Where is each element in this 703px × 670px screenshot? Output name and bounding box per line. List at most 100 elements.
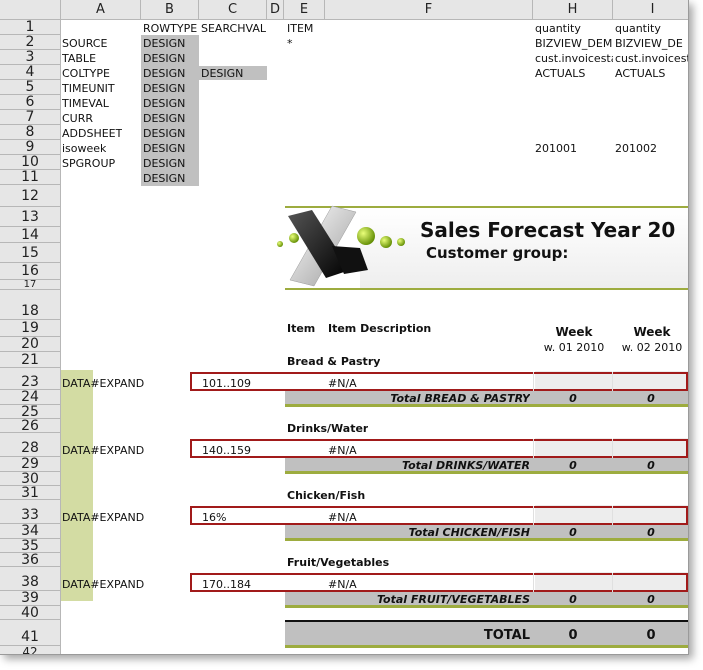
row-header-33[interactable]: 33 (0, 500, 61, 524)
coltype-searchval[interactable]: DESIGN (201, 67, 243, 80)
week-1-label[interactable]: w. 01 2010 (535, 341, 613, 354)
column-header-a[interactable]: A (61, 0, 141, 20)
column-header-c[interactable]: C (199, 0, 267, 20)
label-spgroup[interactable]: SPGROUP (62, 157, 115, 170)
row-header-6[interactable]: 6 (0, 95, 61, 110)
row-header-25[interactable]: 25 (0, 405, 61, 419)
row-header-28[interactable]: 28 (0, 433, 61, 457)
row-header-42[interactable]: 42 (0, 646, 61, 654)
row-header-39[interactable]: 39 (0, 591, 61, 606)
row-header-9[interactable]: 9 (0, 140, 61, 155)
row-header-26[interactable]: 26 (0, 419, 61, 433)
row-header-3[interactable]: 3 (0, 50, 61, 65)
item-header[interactable]: ITEM (287, 22, 313, 35)
item-range[interactable]: 101..109 (202, 377, 251, 390)
label-addsheet[interactable]: ADDSHEET (62, 127, 122, 140)
column-header-b[interactable]: B (141, 0, 199, 20)
total-value[interactable]: 0 (535, 526, 611, 539)
row-header-30[interactable]: 30 (0, 472, 61, 486)
item-range[interactable]: 170..184 (202, 578, 251, 591)
label-timeval[interactable]: TIMEVAL (62, 97, 109, 110)
row-header-5[interactable]: 5 (0, 80, 61, 95)
design-cell[interactable]: DESIGN (143, 112, 185, 125)
item-description[interactable]: #N/A (328, 444, 357, 457)
row-header-13[interactable]: 13 (0, 207, 61, 227)
i-coltype[interactable]: ACTUALS (615, 67, 688, 80)
design-cell[interactable]: DESIGN (143, 37, 185, 50)
row-header-2[interactable]: 2 (0, 35, 61, 50)
item-description-label[interactable]: Item Description (328, 322, 431, 335)
row-header-18[interactable]: 18 (0, 290, 61, 320)
week-2-label[interactable]: w. 02 2010 (613, 341, 688, 354)
design-cell[interactable]: DESIGN (143, 67, 185, 80)
column-header-d[interactable]: D (267, 0, 284, 20)
total-value[interactable]: 0 (535, 459, 611, 472)
searchval-header[interactable]: SEARCHVAL (201, 22, 266, 35)
design-cell[interactable]: DESIGN (143, 172, 185, 185)
row-header-21[interactable]: 21 (0, 352, 61, 368)
row-header-8[interactable]: 8 (0, 125, 61, 140)
h-source[interactable]: BIZVIEW_DEM (535, 37, 613, 50)
total-value[interactable]: 0 (535, 392, 611, 405)
grand-total-value[interactable]: 0 (613, 628, 688, 643)
item-description[interactable]: #N/A (328, 511, 357, 524)
row-header-15[interactable]: 15 (0, 243, 61, 263)
label-isoweek[interactable]: isoweek (62, 142, 106, 155)
row-type-cell[interactable]: DATA#EXPAND (62, 511, 144, 524)
row-type-cell[interactable]: DATA#EXPAND (62, 578, 144, 591)
i-source[interactable]: BIZVIEW_DE (615, 37, 688, 50)
rowtype-header[interactable]: ROWTYPE (143, 22, 197, 35)
label-table[interactable]: TABLE (62, 52, 96, 65)
i-table[interactable]: cust.invoicesta (615, 52, 688, 65)
h-coltype[interactable]: ACTUALS (535, 67, 613, 80)
row-header-7[interactable]: 7 (0, 110, 61, 125)
row-header-12[interactable]: 12 (0, 185, 61, 207)
item-column-label[interactable]: Item (287, 322, 315, 335)
week-label-i[interactable]: Week (613, 325, 688, 339)
row-header-31[interactable]: 31 (0, 486, 61, 500)
week-label-h[interactable]: Week (535, 325, 613, 339)
total-label[interactable]: Total BREAD & PASTRY (290, 392, 530, 405)
row-header-36[interactable]: 36 (0, 553, 61, 567)
row-type-cell[interactable]: DATA#EXPAND (62, 444, 144, 457)
group-name[interactable]: Fruit/Vegetables (287, 556, 389, 569)
spreadsheet[interactable]: A B C D E F H I 1 2 3 4 5 6 7 8 9 10 11 … (0, 0, 689, 655)
row-header-20[interactable]: 20 (0, 337, 61, 352)
row-header-34[interactable]: 34 (0, 524, 61, 539)
row-header-4[interactable]: 4 (0, 65, 61, 80)
design-cell[interactable]: DESIGN (143, 127, 185, 140)
label-timeunit[interactable]: TIMEUNIT (62, 82, 115, 95)
column-header-i[interactable]: I (613, 0, 688, 20)
grand-total-label[interactable]: TOTAL (290, 628, 530, 643)
total-label[interactable]: Total FRUIT/VEGETABLES (290, 593, 530, 606)
row-header-14[interactable]: 14 (0, 227, 61, 243)
total-value[interactable]: 0 (535, 593, 611, 606)
item-description[interactable]: #N/A (328, 578, 357, 591)
row-header-19[interactable]: 19 (0, 320, 61, 337)
grand-total-value[interactable]: 0 (535, 628, 611, 643)
group-name[interactable]: Drinks/Water (287, 422, 368, 435)
design-cell[interactable]: DESIGN (143, 142, 185, 155)
column-header-e[interactable]: E (284, 0, 325, 20)
total-label[interactable]: Total CHICKEN/FISH (290, 526, 530, 539)
h-quantity[interactable]: quantity (535, 22, 613, 35)
row-header-35[interactable]: 35 (0, 539, 61, 553)
total-value[interactable]: 0 (613, 459, 688, 472)
row-header-11[interactable]: 11 (0, 170, 61, 185)
i-quantity[interactable]: quantity (615, 22, 688, 35)
design-cell[interactable]: DESIGN (143, 97, 185, 110)
row-header-17[interactable]: 17 (0, 280, 61, 290)
row-header-16[interactable]: 16 (0, 263, 61, 280)
row-header-41[interactable]: 41 (0, 620, 61, 646)
row-header-23[interactable]: 23 (0, 368, 61, 390)
h-isoweek[interactable]: 201001 (535, 142, 613, 155)
group-name[interactable]: Chicken/Fish (287, 489, 365, 502)
group-name[interactable]: Bread & Pastry (287, 355, 380, 368)
row-header-10[interactable]: 10 (0, 155, 61, 170)
column-header-h[interactable]: H (533, 0, 613, 20)
row-header-38[interactable]: 38 (0, 567, 61, 591)
h-table[interactable]: cust.invoicesta (535, 52, 613, 65)
design-cell[interactable]: DESIGN (143, 52, 185, 65)
report-title[interactable]: Sales Forecast Year 20 (420, 218, 675, 242)
item-range[interactable]: 140..159 (202, 444, 251, 457)
